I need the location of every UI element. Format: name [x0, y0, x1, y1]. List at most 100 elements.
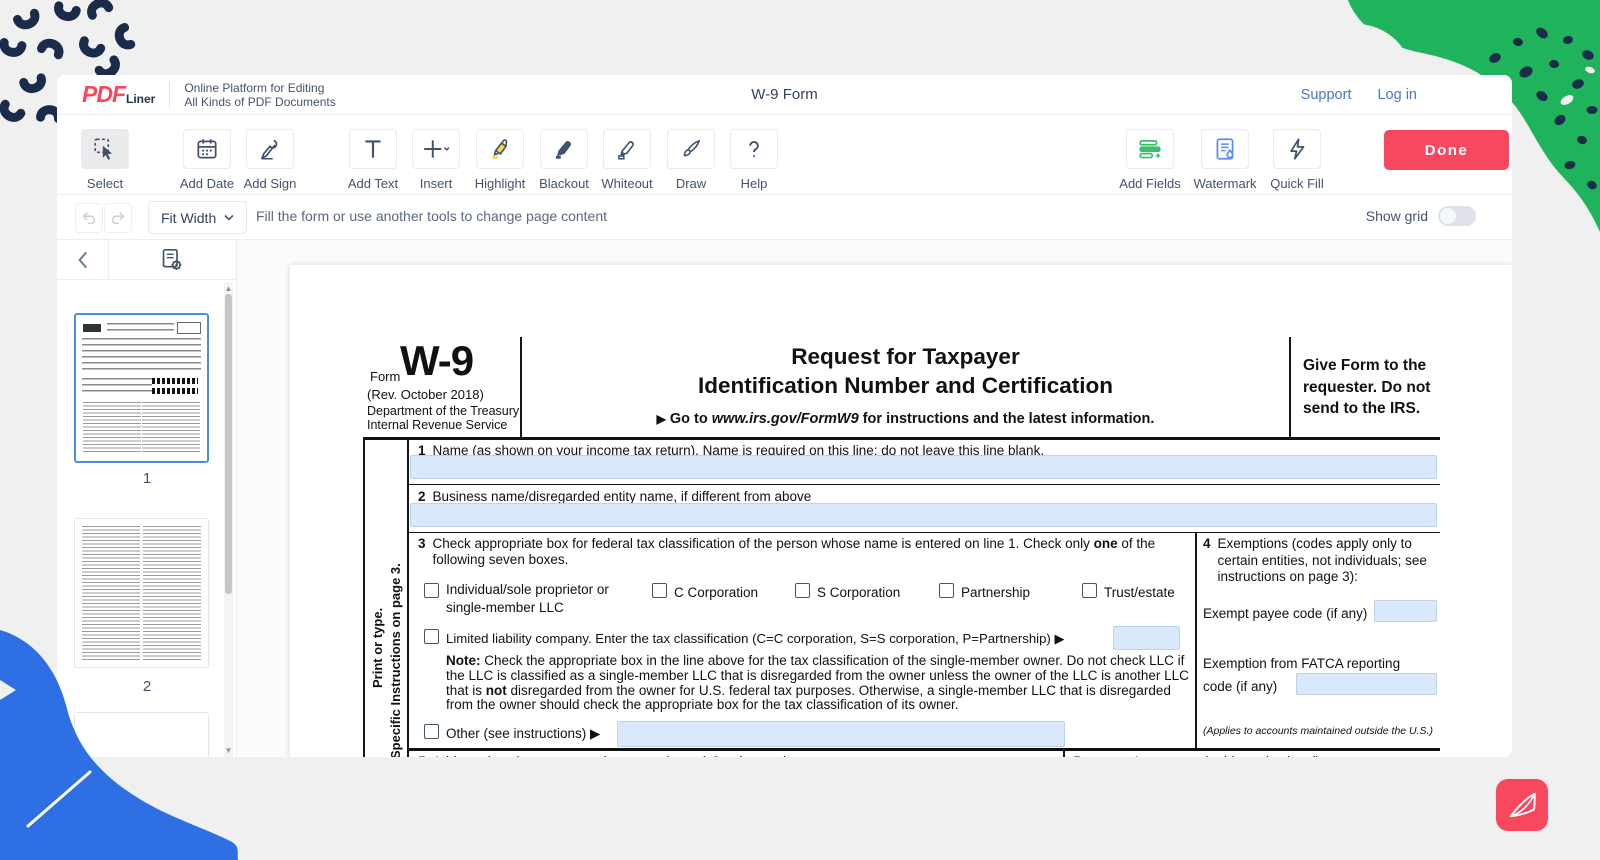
s-corporation-checkbox[interactable]: [795, 583, 810, 598]
form-dept: Department of the Treasury: [367, 404, 520, 418]
note-text2: disregarded from the owner for U.S. fede…: [446, 682, 1171, 713]
form-revision: (Rev. October 2018): [367, 387, 484, 402]
watermark-doc-icon: [1201, 129, 1249, 169]
page-settings-button[interactable]: [159, 247, 186, 279]
lightning-icon: [1273, 129, 1321, 169]
other-field[interactable]: [617, 721, 1065, 747]
specific-instructions-vertical: Specific Instructions on page 3.: [388, 563, 403, 757]
pdf-ribbon-icon: [1509, 792, 1536, 818]
note-paragraph: Note: Check the appropriate box in the l…: [446, 653, 1198, 713]
line3-label: 3 Check appropriate box for federal tax …: [418, 536, 1191, 568]
trust-estate-checkbox[interactable]: [1082, 583, 1097, 598]
quick-fill-label: Quick Fill: [1270, 176, 1324, 191]
fatca-code-field[interactable]: [1296, 673, 1437, 695]
requester-label: Requester's name and address (optional): [1073, 754, 1320, 757]
row1-border: [407, 484, 1440, 485]
fatca-label-line1: Exemption from FATCA reporting: [1203, 656, 1401, 671]
sub-toolbar: Fit Width Fill the form or use another t…: [57, 195, 1512, 240]
brush-outline-icon: [603, 129, 651, 169]
zoom-mode-dropdown[interactable]: Fit Width: [148, 201, 248, 234]
arrow-right-icon: ▶: [656, 412, 666, 426]
cursor-select-icon: [81, 129, 129, 169]
line4-text: Exemptions (codes apply only to certain …: [1217, 536, 1427, 584]
document-gear-icon: [162, 248, 182, 270]
login-link[interactable]: Log in: [1377, 87, 1417, 103]
undo-button[interactable]: [75, 203, 103, 233]
collapse-sidebar-button[interactable]: [71, 247, 97, 273]
add-fields-button[interactable]: Add Fields: [1112, 129, 1188, 191]
thumbnail-1-preview: [81, 320, 202, 456]
line5-text: Address (number, street, and apt. or sui…: [433, 754, 812, 757]
watermark-button[interactable]: Watermark: [1187, 129, 1263, 191]
line2-number: 2: [418, 489, 426, 504]
row2-border: [407, 532, 1440, 533]
sidebar-scrollbar-thumb[interactable]: [225, 294, 232, 594]
support-link[interactable]: Support: [1301, 87, 1352, 103]
body-outer-left-border: [363, 437, 365, 757]
chevron-down-icon: [224, 214, 234, 221]
form-irs: Internal Revenue Service: [367, 417, 508, 432]
line3-text-bold: one: [1093, 536, 1118, 551]
header-links: Support Log in: [1301, 87, 1417, 103]
fatca-label-line2: code (if any): [1203, 679, 1278, 694]
header-divider-right: [1289, 337, 1291, 437]
line2-label: 2 Business name/disregarded entity name,…: [418, 489, 811, 504]
sidebar-header-divider: [108, 240, 109, 280]
window-header: W-9 Form PDF Liner Online Platform for E…: [57, 75, 1512, 115]
c-corporation-checkbox[interactable]: [652, 583, 667, 598]
w9-form-page: Form W-9 (Rev. October 2018) Department …: [290, 265, 1512, 757]
select-button[interactable]: Select: [67, 129, 143, 191]
name-field[interactable]: [410, 455, 1437, 479]
toolbar-hint-text: Fill the form or use another tools to ch…: [256, 208, 607, 224]
show-grid-control: Show grid: [1366, 206, 1476, 226]
highlighter-icon: [476, 129, 524, 169]
line3-text-a: Check appropriate box for federal tax cl…: [432, 536, 1094, 551]
goto-suffix: for instructions and the latest informat…: [858, 411, 1155, 427]
exempt-payee-label: Exempt payee code (if any): [1203, 606, 1368, 621]
question-icon: [730, 129, 778, 169]
select-label: Select: [86, 176, 124, 191]
quick-fill-button[interactable]: Quick Fill: [1259, 129, 1335, 191]
add-sign-button[interactable]: Add Sign: [232, 129, 308, 191]
llc-checkbox[interactable]: [424, 629, 439, 644]
page-thumbnail-1[interactable]: [74, 313, 209, 463]
chevron-left-icon: [78, 251, 87, 269]
paintbrush-icon: [667, 129, 715, 169]
applies-note: (Applies to accounts maintained outside …: [1203, 725, 1433, 737]
scroll-up-icon[interactable]: ▲: [224, 284, 233, 293]
document-title: W-9 Form: [751, 86, 818, 103]
line3-text: Check appropriate box for federal tax cl…: [433, 536, 1191, 568]
form-title-line1: Request for Taxpayer: [791, 344, 1020, 369]
form-main-title: Request for Taxpayer Identification Numb…: [522, 342, 1289, 400]
redo-arrow-icon: [111, 212, 125, 225]
add-sign-label: Add Sign: [243, 176, 297, 191]
watermark-label: Watermark: [1193, 176, 1257, 191]
other-checkbox[interactable]: [424, 724, 439, 739]
toggle-knob: [1440, 208, 1456, 224]
calendar-icon: [183, 129, 231, 169]
help-button[interactable]: Help: [716, 129, 792, 191]
note-bold1: Note:: [446, 653, 481, 668]
individual-checkbox[interactable]: [424, 583, 439, 598]
show-grid-toggle[interactable]: [1438, 206, 1476, 226]
print-or-type-vertical: Print or type.: [370, 607, 385, 688]
done-button[interactable]: Done: [1384, 130, 1509, 170]
business-name-field[interactable]: [410, 503, 1437, 527]
c-corporation-label: C Corporation: [674, 585, 759, 600]
main-toolbar: Select Add Date Add Sign Add Text Insert…: [57, 115, 1512, 195]
exempt-payee-field[interactable]: [1374, 600, 1437, 622]
other-label: Other (see instructions) ▶: [446, 726, 601, 741]
document-area: Form W-9 (Rev. October 2018) Department …: [237, 240, 1512, 757]
trust-estate-label: Trust/estate: [1104, 585, 1175, 600]
line2-text: Business name/disregarded entity name, i…: [432, 489, 812, 504]
fields-icon: [1126, 129, 1174, 169]
redo-button[interactable]: [104, 203, 132, 233]
page-number-1: 1: [142, 470, 152, 487]
plus-chevron-icon: [412, 129, 460, 169]
line3-number: 3: [418, 536, 426, 551]
show-grid-label: Show grid: [1365, 208, 1428, 224]
llc-classification-field[interactable]: [1113, 626, 1180, 650]
zoom-mode-value: Fit Width: [161, 209, 217, 226]
partnership-checkbox[interactable]: [939, 583, 954, 598]
give-form-note: Give Form to the requester. Do not send …: [1303, 357, 1431, 417]
